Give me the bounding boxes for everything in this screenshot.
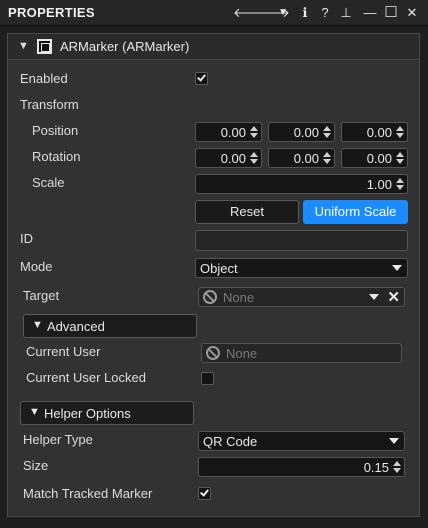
advanced-foldout[interactable]: ▼ Advanced (23, 314, 197, 338)
arrow-left-icon[interactable]: 🡐 (233, 3, 268, 23)
position-x-field[interactable]: 0.00 (195, 122, 262, 142)
size-value: 0.15 (363, 460, 389, 475)
rotation-x-value: 0.00 (220, 151, 246, 166)
rotation-x-field[interactable]: 0.00 (195, 148, 262, 168)
position-label: Position (32, 123, 79, 138)
current-user-locked-checkbox[interactable] (201, 372, 214, 385)
scale-value: 1.00 (366, 177, 392, 192)
component-icon (37, 39, 52, 54)
rotation-z-value: 0.00 (366, 151, 392, 166)
enabled-label: Enabled (20, 71, 68, 86)
clear-icon[interactable]: ✕ (387, 288, 400, 306)
size-field[interactable]: 0.15 (198, 457, 405, 477)
size-label: Size (23, 458, 49, 473)
check-icon (200, 487, 209, 497)
helper-type-value: QR Code (203, 434, 258, 449)
spinner-icon[interactable] (395, 125, 405, 139)
spinner-icon[interactable] (395, 151, 405, 165)
panel-titlebar: PROPERTIES 🡐 🡒 ▼ ℹ ? ⊥ — ☐ ✕ (0, 0, 428, 26)
mode-label: Mode (20, 259, 53, 274)
mode-select[interactable]: Object (195, 258, 408, 278)
collapse-caret-icon: ▼ (32, 319, 43, 331)
scale-label: Scale (32, 175, 65, 190)
helper-type-label: Helper Type (23, 432, 93, 447)
rotation-y-field[interactable]: 0.00 (268, 148, 335, 168)
rotation-z-field[interactable]: 0.00 (341, 148, 408, 168)
spinner-icon[interactable] (249, 151, 259, 165)
advanced-label: Advanced (47, 319, 105, 334)
collapse-caret-icon: ▼ (29, 406, 40, 418)
position-y-field[interactable]: 0.00 (268, 122, 335, 142)
current-user-label: Current User (26, 344, 101, 359)
position-z-field[interactable]: 0.00 (341, 122, 408, 142)
close-icon[interactable]: ✕ (403, 3, 421, 23)
check-icon (197, 72, 206, 82)
rotation-label: Rotation (32, 149, 81, 164)
id-input[interactable] (195, 230, 408, 251)
chevron-down-icon (389, 438, 399, 444)
spinner-icon[interactable] (322, 125, 332, 139)
component-header[interactable]: ▼ ARMarker (ARMarker) (8, 34, 419, 60)
spinner-icon[interactable] (392, 460, 402, 474)
chevron-down-icon[interactable] (369, 294, 379, 300)
current-user-field: None (201, 343, 402, 363)
panel-title: PROPERTIES (8, 5, 95, 20)
position-z-value: 0.00 (366, 125, 392, 140)
helper-options-label: Helper Options (44, 406, 131, 421)
maximize-icon[interactable]: ☐ (382, 3, 400, 23)
pin-icon[interactable]: ⊥ (337, 3, 355, 23)
position-y-value: 0.00 (293, 125, 319, 140)
uniform-scale-button[interactable]: Uniform Scale (303, 200, 408, 224)
component-title: ARMarker (ARMarker) (60, 39, 190, 54)
spinner-icon[interactable] (249, 125, 259, 139)
dropdown-icon[interactable]: ▼ (274, 3, 292, 23)
none-icon (206, 346, 220, 360)
target-value: None (223, 290, 255, 305)
info-icon[interactable]: ℹ (296, 3, 314, 23)
collapse-caret-icon[interactable]: ▼ (18, 40, 29, 52)
spinner-icon[interactable] (322, 151, 332, 165)
position-x-value: 0.00 (220, 125, 246, 140)
rotation-y-value: 0.00 (293, 151, 319, 166)
match-tracked-marker-checkbox[interactable] (198, 487, 211, 500)
chevron-down-icon (392, 265, 402, 271)
minimize-icon[interactable]: — (361, 3, 379, 23)
none-icon (203, 290, 217, 304)
id-label: ID (20, 231, 33, 246)
current-user-locked-label: Current User Locked (26, 370, 146, 385)
scale-field[interactable]: 1.00 (195, 174, 408, 194)
spinner-icon[interactable] (395, 177, 405, 191)
helper-options-foldout[interactable]: ▼ Helper Options (20, 401, 194, 425)
target-label: Target (23, 288, 60, 303)
current-user-value: None (226, 346, 258, 361)
transform-label: Transform (20, 97, 79, 112)
enabled-checkbox[interactable] (195, 72, 208, 85)
match-tracked-marker-label: Match Tracked Marker (23, 486, 153, 501)
mode-value: Object (200, 261, 238, 276)
arrow-right-icon[interactable]: 🡒 (255, 3, 290, 23)
help-icon[interactable]: ? (316, 3, 334, 23)
helper-type-select[interactable]: QR Code (198, 431, 405, 451)
target-object-field[interactable]: None ✕ (198, 287, 405, 307)
reset-button[interactable]: Reset (195, 200, 299, 224)
